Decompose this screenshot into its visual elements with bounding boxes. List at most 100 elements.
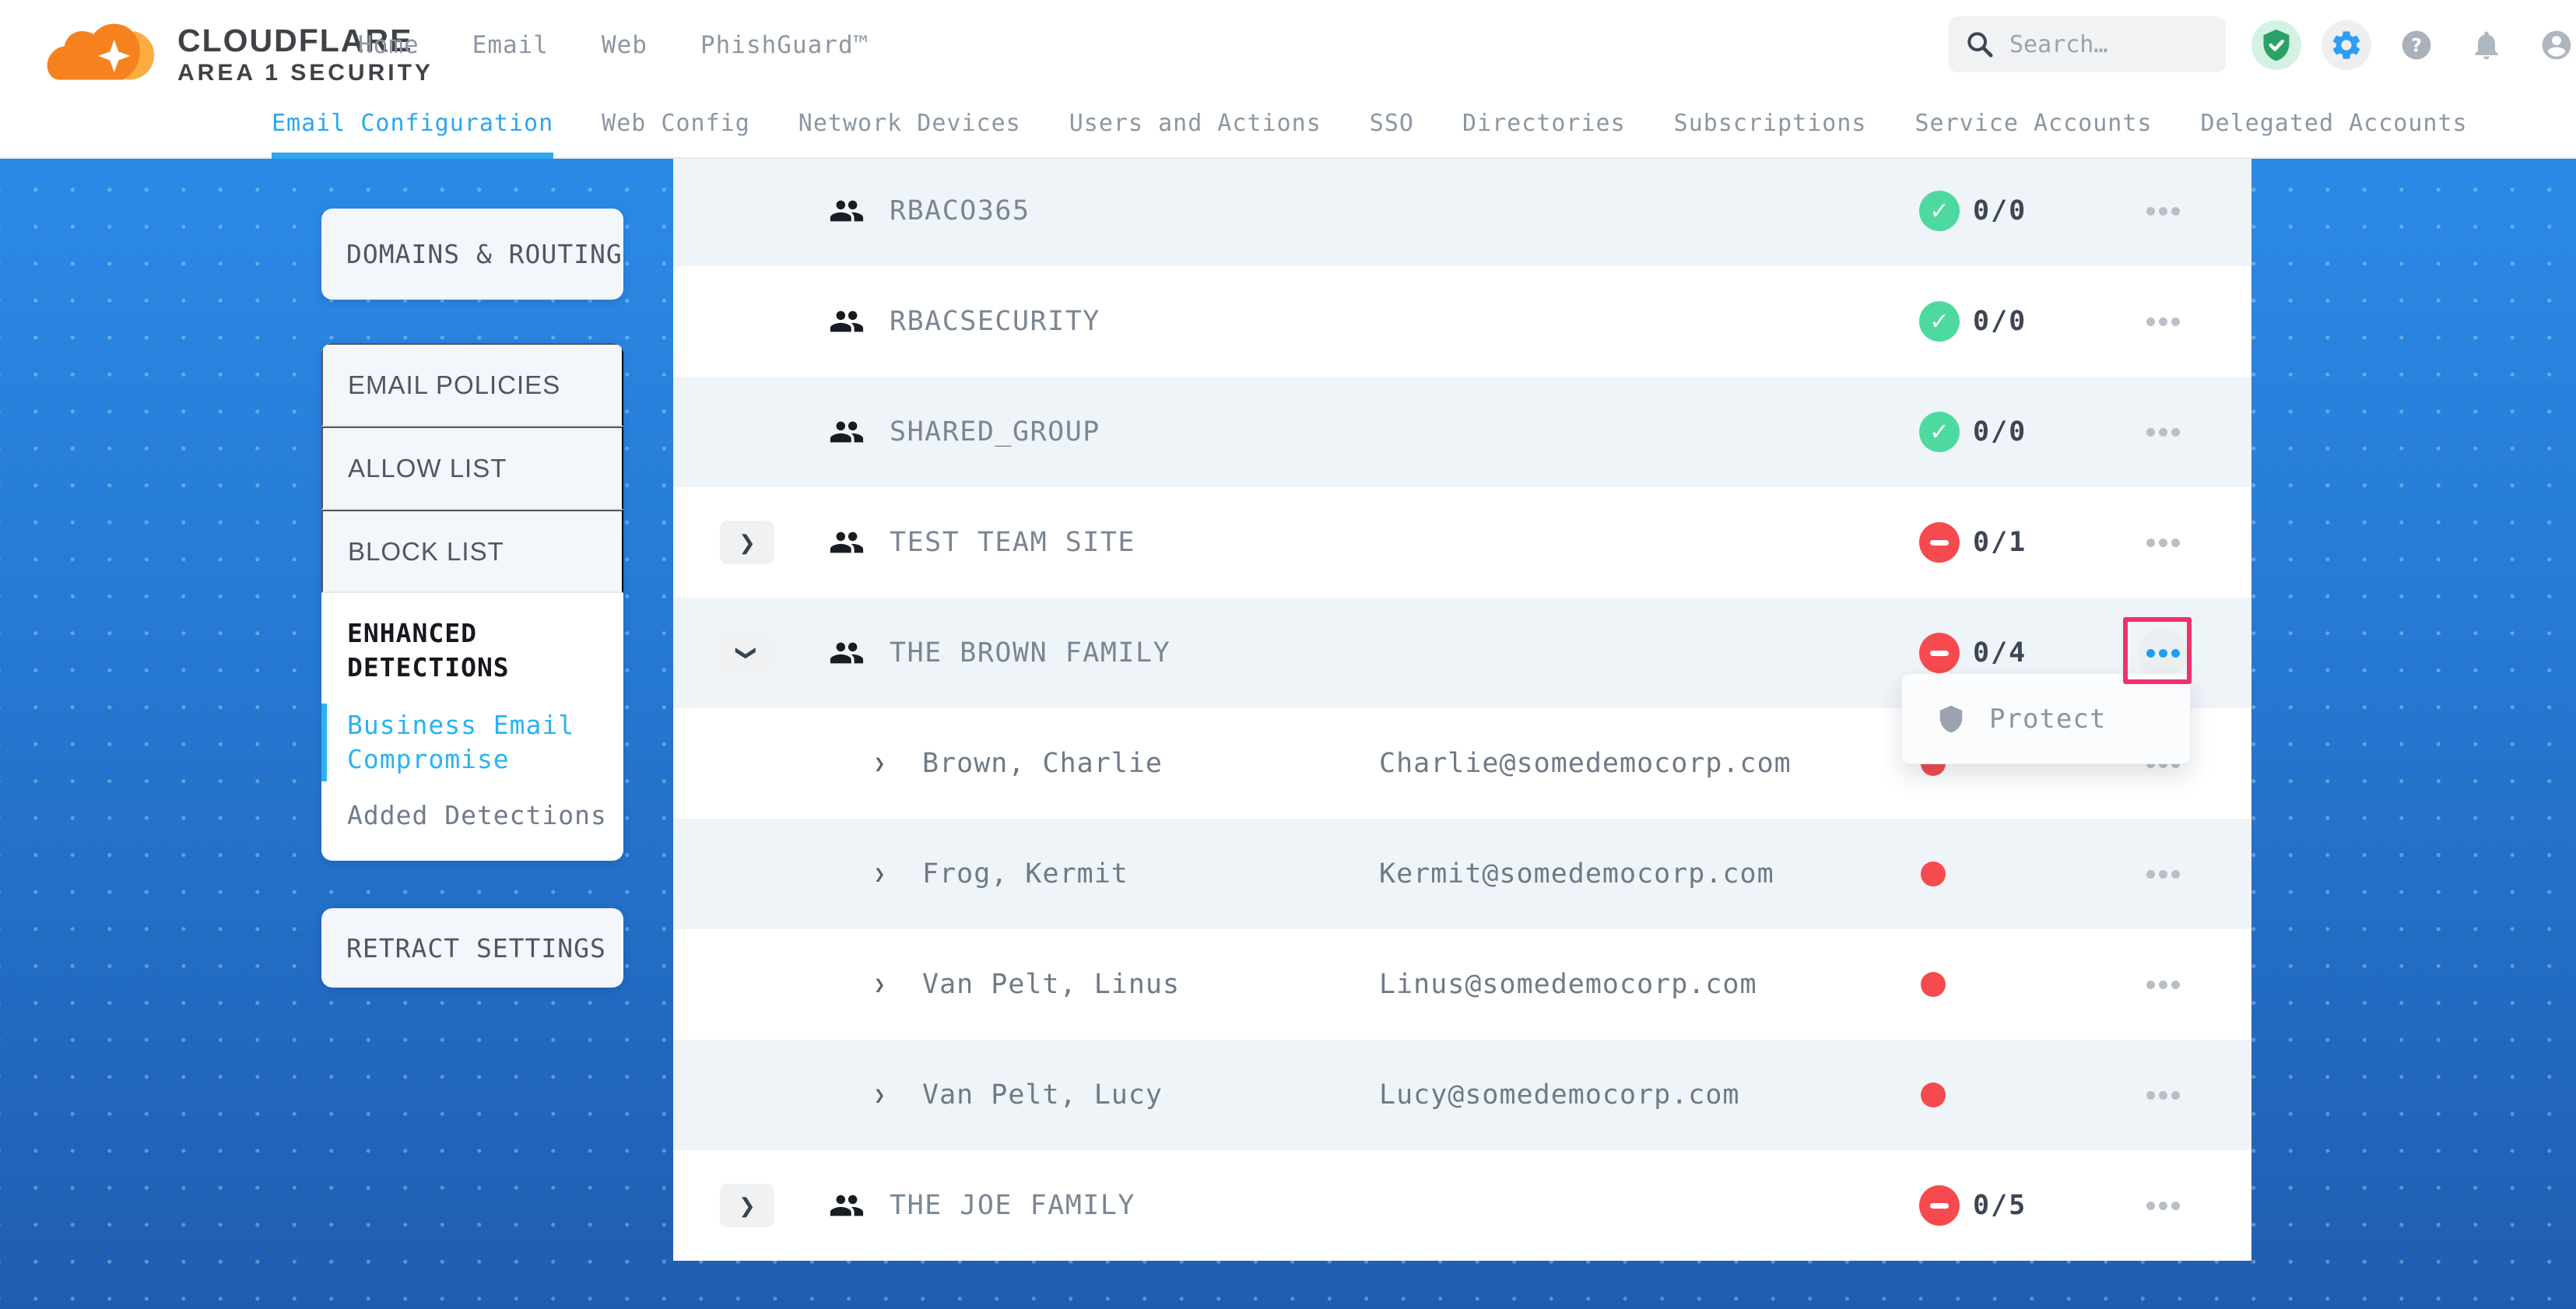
search-input[interactable]	[2009, 31, 2204, 58]
tab-delegated-accounts[interactable]: Delegated Accounts	[2200, 89, 2467, 157]
status-blocked-dot	[1921, 862, 1946, 886]
enhanced-detections-title: ENHANCED DETECTIONS	[347, 616, 598, 685]
sidebar-item-added-detections[interactable]: Added Detections	[347, 798, 607, 833]
protected-count: 0/0	[1973, 266, 2027, 377]
sidebar-item-business-email-compromise[interactable]: Business Email Compromise	[347, 708, 598, 777]
search-box[interactable]	[1949, 16, 2226, 72]
gear-icon[interactable]	[2322, 20, 2371, 70]
header-icon-cluster: ?	[2251, 0, 2576, 89]
protected-count: 0/1	[1973, 487, 2027, 598]
member-name: Brown, Charlie	[922, 708, 1163, 819]
member-email: Charlie@somedemocorp.com	[1379, 708, 1792, 819]
sidebar-item-block-list[interactable]: BLOCK LIST	[321, 510, 623, 593]
shield-icon	[1936, 704, 1966, 734]
tab-subscriptions[interactable]: Subscriptions	[1674, 89, 1867, 157]
member-name: Van Pelt, Linus	[922, 929, 1180, 1040]
group-name: RBACSECURITY	[890, 266, 1100, 377]
row-actions-button[interactable]	[2138, 1181, 2188, 1230]
tab-email-configuration[interactable]: Email Configuration	[272, 89, 553, 157]
row-actions-button[interactable]	[2138, 1070, 2188, 1120]
top-nav-link-home[interactable]: Home	[358, 31, 419, 59]
sidebar-item-email-policies[interactable]: EMAIL POLICIES	[321, 343, 623, 426]
row-actions-button[interactable]	[2138, 407, 2188, 457]
group-row: RBACSECURITY ✓ 0/0	[673, 266, 2251, 377]
status-blocked-dot	[1921, 972, 1946, 997]
group-row: ❯ THE JOE FAMILY 0/5	[673, 1150, 2251, 1261]
tab-directories[interactable]: Directories	[1462, 89, 1626, 157]
sidebar-card-policies: EMAIL POLICIES ALLOW LIST BLOCK LIST ENHAN…	[321, 343, 623, 861]
top-nav-link-email[interactable]: Email	[472, 31, 549, 59]
check-icon: ✓	[1929, 198, 1949, 225]
help-icon[interactable]: ?	[2392, 20, 2441, 70]
member-email: Linus@somedemocorp.com	[1379, 929, 1757, 1040]
context-menu-label: Protect	[1989, 704, 2106, 735]
sidebar-item-domains-routing[interactable]: DOMAINS & ROUTING	[321, 239, 623, 269]
member-name: Frog, Kermit	[922, 819, 1128, 929]
sidebar-item-allow-list[interactable]: ALLOW LIST	[321, 426, 623, 510]
chevron-right-icon[interactable]: ❯	[874, 708, 885, 819]
member-email: Kermit@somedemocorp.com	[1379, 819, 1774, 929]
row-context-menu: Protect	[1901, 673, 2191, 764]
group-name: TEST TEAM SITE	[890, 487, 1135, 598]
enhanced-detections-section: ENHANCED DETECTIONS Business Email Compr…	[321, 593, 623, 861]
protected-count: 0/0	[1973, 377, 2027, 487]
tab-sso[interactable]: SSO	[1370, 89, 1414, 157]
sidebar-card-retract: RETRACT SETTINGS	[321, 908, 623, 988]
bell-icon[interactable]	[2462, 20, 2511, 70]
status-blocked-dot	[1921, 1083, 1946, 1107]
chevron-right-icon: ❯	[739, 532, 756, 553]
minus-icon	[1930, 651, 1949, 656]
shield-check-icon[interactable]	[2251, 20, 2301, 70]
group-icon	[829, 1188, 865, 1223]
member-email: Lucy@somedemocorp.com	[1379, 1040, 1740, 1150]
group-row: RBACO365✓0/0	[673, 159, 2251, 266]
group-name: THE BROWN FAMILY	[890, 598, 1170, 708]
top-nav-link-web[interactable]: Web	[602, 31, 648, 59]
protected-count: 0/0	[1973, 159, 2027, 266]
minus-icon	[1930, 1203, 1949, 1209]
top-nav: Home Email Web PhishGuard™	[358, 0, 869, 89]
sidebar-item-label: ALLOW LIST	[323, 454, 507, 483]
group-row: SHARED_GROUP ✓ 0/0	[673, 377, 2251, 487]
group-icon	[829, 635, 865, 671]
member-row: ❯ Frog, Kermit Kermit@somedemocorp.com	[673, 819, 2251, 929]
sidebar-item-retract-settings[interactable]: RETRACT SETTINGS	[321, 933, 606, 963]
chevron-right-icon[interactable]: ❯	[874, 1040, 885, 1150]
row-actions-button[interactable]	[2138, 849, 2188, 899]
row-actions-button[interactable]	[2138, 518, 2188, 567]
expand-button[interactable]: ❯	[720, 521, 774, 564]
row-actions-button[interactable]	[2138, 297, 2188, 346]
group-icon	[829, 414, 865, 450]
collapse-button[interactable]: ❯	[720, 631, 774, 675]
status-ok-icon: ✓	[1919, 412, 1960, 452]
tab-web-config[interactable]: Web Config	[602, 89, 750, 157]
member-name: Van Pelt, Lucy	[922, 1040, 1163, 1150]
chevron-right-icon[interactable]: ❯	[874, 929, 885, 1040]
check-icon: ✓	[1929, 308, 1949, 335]
status-ok-icon: ✓	[1919, 301, 1960, 342]
row-actions-button[interactable]	[2138, 186, 2188, 236]
group-icon	[829, 193, 865, 229]
top-nav-link-phishguard[interactable]: PhishGuard™	[700, 31, 869, 59]
group-row: ❯ TEST TEAM SITE 0/1	[673, 487, 2251, 598]
context-menu-item-protect[interactable]: Protect	[1902, 674, 2190, 763]
member-row: ❯ Van Pelt, Lucy Lucy@somedemocorp.com	[673, 1040, 2251, 1150]
row-actions-button[interactable]	[2138, 628, 2188, 678]
chevron-right-icon: ❯	[739, 1195, 756, 1216]
protected-count: 0/5	[1973, 1150, 2027, 1261]
chevron-right-icon[interactable]: ❯	[874, 819, 885, 929]
row-actions-button[interactable]	[2138, 960, 2188, 1009]
expand-button[interactable]: ❯	[720, 1184, 774, 1227]
status-blocked-icon	[1919, 633, 1960, 673]
group-name: SHARED_GROUP	[890, 377, 1100, 487]
main-area: DOMAINS & ROUTING EMAIL POLICIES ALLOW LI…	[0, 159, 2576, 1309]
tab-service-accounts[interactable]: Service Accounts	[1914, 89, 2152, 157]
user-avatar-icon[interactable]	[2532, 20, 2576, 70]
group-name: THE JOE FAMILY	[890, 1150, 1135, 1261]
tab-network-devices[interactable]: Network Devices	[798, 89, 1021, 157]
sidebar-item-label: BLOCK LIST	[323, 537, 504, 567]
cloudflare-cloud-icon	[45, 6, 168, 84]
tab-users-and-actions[interactable]: Users and Actions	[1069, 89, 1321, 157]
status-blocked-icon	[1919, 522, 1960, 563]
section-tabbar: Email Configuration Web Config Network Dev…	[0, 89, 2576, 159]
